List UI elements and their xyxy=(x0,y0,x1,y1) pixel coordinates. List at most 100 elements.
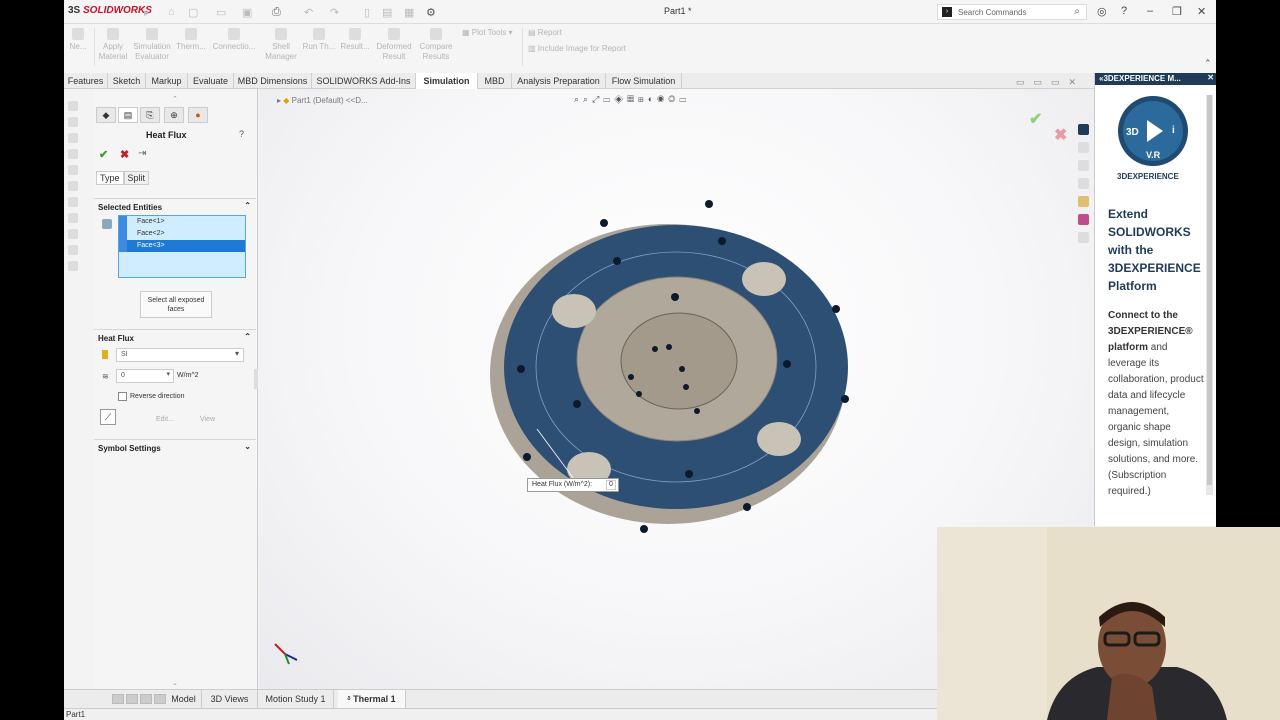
help-icon[interactable]: ? xyxy=(239,129,244,139)
tab-features[interactable]: Features xyxy=(64,73,108,89)
select-all-exposed-faces-button[interactable]: Select all exposed faces xyxy=(140,291,212,318)
appearance-tab-icon[interactable]: ● xyxy=(188,107,208,123)
search-icon[interactable]: ⌕ xyxy=(1074,6,1080,17)
solidworks-logo[interactable]: 3S SOLIDWORKS xyxy=(68,5,152,16)
compare-results-button[interactable]: Compare Results xyxy=(418,28,454,62)
tool-icon[interactable] xyxy=(68,229,78,239)
collapse-ribbon-icon[interactable]: ⌃ xyxy=(1204,58,1212,69)
account-icon[interactable]: ◎ xyxy=(1097,5,1107,18)
viewport-window-controls[interactable]: ▭▭▭✕ xyxy=(1016,77,1085,88)
chevron-up-icon[interactable]: ⌃ xyxy=(244,332,251,341)
part-model[interactable] xyxy=(479,189,859,549)
list-item[interactable]: Face<3> xyxy=(119,240,245,252)
confirm-check-icon[interactable]: ✔ xyxy=(1029,109,1042,129)
tool-icon[interactable] xyxy=(68,165,78,175)
open-icon[interactable]: ▭ xyxy=(216,6,226,19)
heat-flux-callout[interactable]: Heat Flux (W/m^2): 0 xyxy=(527,478,619,492)
list-item[interactable]: Face<1> xyxy=(119,216,245,228)
tab-simulation[interactable]: Simulation xyxy=(416,73,478,89)
list-item[interactable]: Face<2> xyxy=(119,228,245,240)
restore-icon[interactable]: ❐ xyxy=(1172,5,1182,18)
cancel-x-icon[interactable]: ✖ xyxy=(1054,125,1067,145)
heat-flux-header[interactable]: Heat Flux ⌃ xyxy=(94,329,256,345)
resources-home-icon[interactable] xyxy=(1078,142,1089,153)
configuration-manager-tab-icon[interactable]: ⎘ xyxy=(140,107,160,123)
run-this-study-button[interactable]: Run Th... xyxy=(302,28,336,52)
tab-mbd[interactable]: MBD xyxy=(478,73,512,89)
close-icon[interactable]: ✕ xyxy=(1207,73,1214,82)
panel-resize-handle[interactable]: ⌄ xyxy=(172,679,178,687)
home-icon[interactable]: ⌂ xyxy=(168,6,175,18)
scrollbar[interactable] xyxy=(1206,95,1213,495)
tab-mbd-dimensions[interactable]: MBD Dimensions xyxy=(234,73,312,89)
reverse-direction-checkbox[interactable] xyxy=(118,392,127,401)
chevron-up-icon[interactable]: ⌃ xyxy=(244,201,251,210)
property-manager-tab-icon[interactable]: ▤ xyxy=(118,107,138,123)
tab-3d-views[interactable]: 3D Views xyxy=(202,690,258,709)
tab-solidworks-add-ins[interactable]: SOLIDWORKS Add-Ins xyxy=(312,73,416,89)
apply-material-button[interactable]: Apply Material xyxy=(98,28,128,62)
tool-icon[interactable] xyxy=(68,197,78,207)
search-commands-input[interactable]: › Search Commands ⌕ xyxy=(937,4,1087,20)
panel-resize-handle[interactable]: ⌃ xyxy=(172,95,178,103)
3dexperience-tab-icon[interactable] xyxy=(1078,124,1089,135)
scrollbar-thumb[interactable] xyxy=(1207,95,1212,485)
tool-icon[interactable] xyxy=(68,245,78,255)
close-icon[interactable]: ✕ xyxy=(1197,5,1206,18)
tab-type[interactable]: Type xyxy=(96,171,124,185)
tab-motion-study-1[interactable]: Motion Study 1 xyxy=(258,690,334,709)
appearances-icon[interactable] xyxy=(1078,214,1089,225)
tool-icon[interactable] xyxy=(68,101,78,111)
tool-icon[interactable] xyxy=(68,117,78,127)
tab-evaluate[interactable]: Evaluate xyxy=(188,73,234,89)
feature-manager-tab-icon[interactable]: ◆ xyxy=(96,107,116,123)
results-advisor-button[interactable]: Result... xyxy=(340,28,370,52)
3dexperience-compass-logo[interactable]: 3D V.R i xyxy=(1117,95,1189,167)
feature-tree-flyout[interactable]: ▸ ◆ Part1 (Default) <<D... xyxy=(277,96,368,105)
save-icon[interactable]: ▣ xyxy=(242,6,252,19)
first-tab-icon[interactable] xyxy=(112,694,124,704)
file-explorer-icon[interactable] xyxy=(1078,178,1089,189)
tab-markup[interactable]: Markup xyxy=(146,73,188,89)
tab-sketch[interactable]: Sketch xyxy=(108,73,146,89)
new-document-icon[interactable]: ▢ xyxy=(188,6,198,19)
edit-button[interactable]: Edit... xyxy=(156,416,174,423)
shell-manager-button[interactable]: Shell Manager xyxy=(264,28,298,62)
minimize-icon[interactable]: – xyxy=(1147,5,1153,17)
help-icon[interactable]: ? xyxy=(1121,5,1127,17)
heat-flux-value-input[interactable]: 0 ▾ xyxy=(116,369,174,383)
panel-splitter[interactable] xyxy=(254,369,258,389)
expand-menu-icon[interactable]: ▸ xyxy=(144,6,150,19)
dimxpert-tab-icon[interactable]: ⊕ xyxy=(164,107,184,123)
selected-faces-list[interactable]: Face<1> Face<2> Face<3> xyxy=(118,215,246,278)
tool-icon[interactable] xyxy=(68,133,78,143)
tool-icon[interactable] xyxy=(68,181,78,191)
symbol-settings-header[interactable]: Symbol Settings ⌄ xyxy=(94,439,256,455)
chevron-down-icon[interactable]: ⌄ xyxy=(244,442,251,451)
report-button[interactable]: ▤ Report xyxy=(528,28,562,37)
tab-model[interactable]: Model xyxy=(166,690,202,709)
unit-system-select[interactable]: SI ▾ xyxy=(116,348,244,362)
new-study-button[interactable]: Ne... xyxy=(68,28,88,52)
plot-tools-button[interactable]: ▦ Plot Tools ▾ xyxy=(462,28,513,37)
prev-tab-icon[interactable] xyxy=(126,694,138,704)
redo-icon[interactable]: ↷ xyxy=(330,6,339,19)
next-tab-icon[interactable] xyxy=(140,694,152,704)
include-image-button[interactable]: ▥ Include Image for Report xyxy=(528,44,626,53)
tab-thermal-1[interactable]: ᵟ Thermal 1 xyxy=(338,690,406,709)
custom-properties-icon[interactable] xyxy=(1078,232,1089,243)
deformed-result-button[interactable]: Deformed Result xyxy=(374,28,414,62)
selected-entities-header[interactable]: Selected Entities ⌃ xyxy=(94,198,256,214)
file-properties-icon[interactable]: ▦ xyxy=(404,6,414,19)
select-icon[interactable]: ▯ xyxy=(364,6,370,19)
connections-button[interactable]: Connectio... xyxy=(212,28,256,52)
thermal-loads-button[interactable]: Therm... xyxy=(176,28,206,52)
simulation-evaluator-button[interactable]: Simulation Evaluator xyxy=(132,28,172,62)
rebuild-icon[interactable]: ▤ xyxy=(382,6,392,19)
view-button[interactable]: View xyxy=(200,416,215,423)
options-gear-icon[interactable]: ⚙ xyxy=(426,6,436,19)
tool-icon[interactable] xyxy=(68,261,78,271)
undo-icon[interactable]: ↶ xyxy=(304,6,313,19)
tab-flow-simulation[interactable]: Flow Simulation xyxy=(606,73,682,89)
cancel-x-icon[interactable]: ✖ xyxy=(120,148,129,161)
